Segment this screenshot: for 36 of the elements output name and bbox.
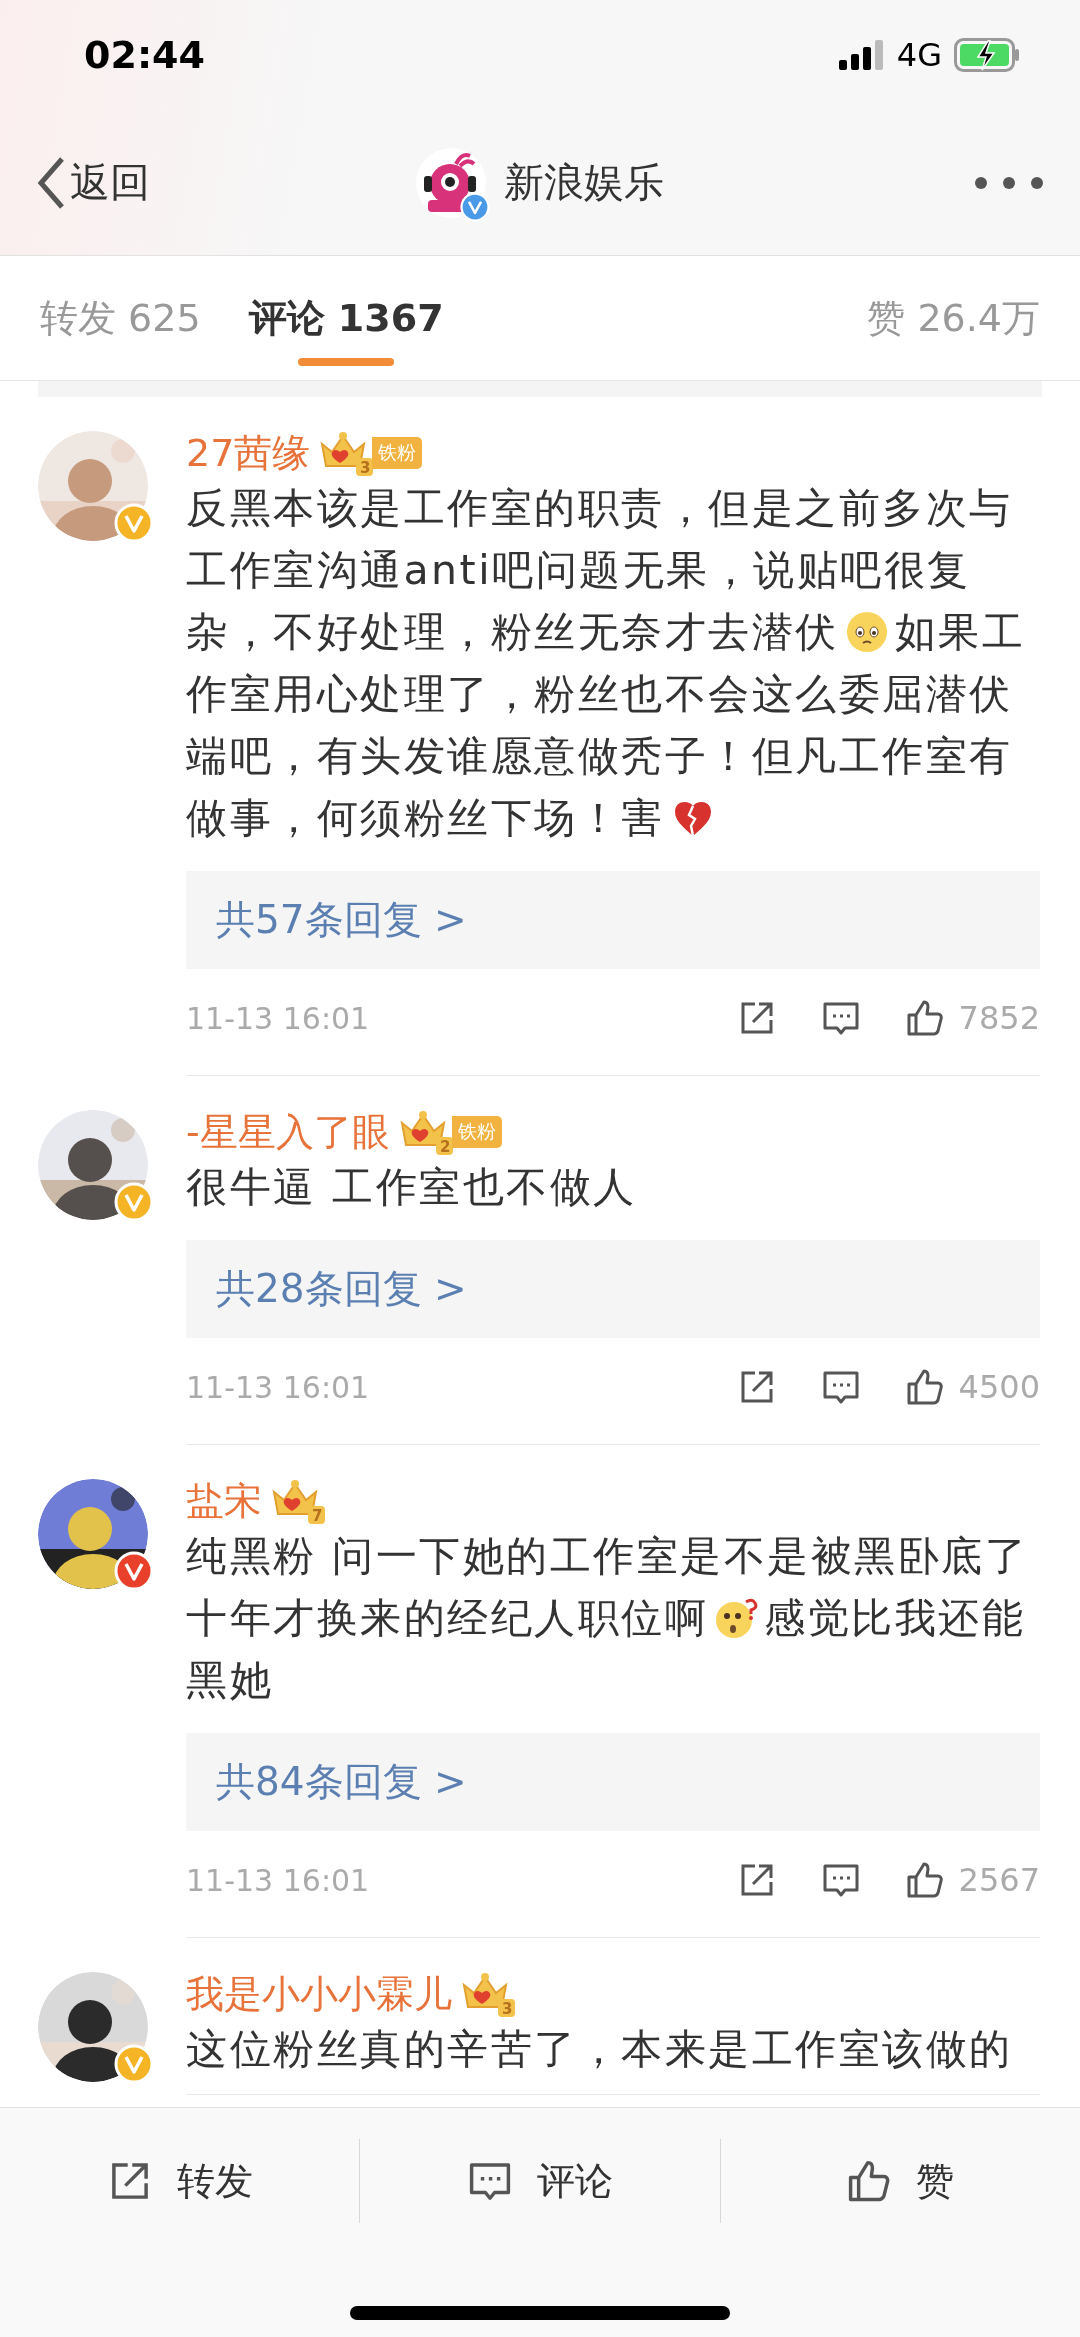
comment-time: 11-13 16:01	[186, 1369, 371, 1405]
network-label: 4G	[896, 36, 942, 74]
puzzled-face-icon	[714, 1596, 758, 1640]
comment-time: 11-13 16:01	[186, 1862, 371, 1898]
like-button[interactable]: 4500	[904, 1367, 1040, 1407]
status-time: 02:44	[84, 33, 206, 77]
comment-button[interactable]: 评论	[360, 2154, 720, 2208]
verified-badge-icon	[460, 191, 490, 222]
like-button[interactable]: 2567	[904, 1860, 1040, 1900]
signal-icon	[838, 40, 885, 70]
like-button[interactable]: 7852	[904, 998, 1040, 1038]
battery-icon	[954, 38, 1020, 72]
comment-text: 很牛逼 工作室也不做人	[186, 1162, 638, 1213]
sad-face-icon	[844, 610, 889, 654]
fan-level-tag: 铁粉	[451, 1116, 502, 1148]
fan-level-tag: 铁粉	[372, 437, 423, 469]
replies-link[interactable]: 共84条回复 >	[186, 1733, 1040, 1831]
tab[interactable]: 赞 26.4万	[867, 256, 1040, 380]
comment-text: 纯黑粉 问一下她的工作室是不是被黑卧底了十年才换来的经纪人职位啊 感觉比我还能黑她	[186, 1531, 1030, 1706]
more-icon[interactable]	[974, 175, 1044, 190]
tab[interactable]: 评论 1367	[248, 256, 444, 380]
username[interactable]: 27茜缘	[186, 427, 311, 479]
comment-text: 反黑本该是工作室的职责，但是之前多次与工作室沟通anti吧问题无果，说贴吧很复杂，不好处理，粉丝无奈才去潜伏 如果工作室用心处理了，粉丝也不会这么委屈潜伏端吧，有头发谁愿意做秃子！但凡工作室有做事，何须粉丝下场！害	[186, 483, 1026, 844]
username[interactable]: -星星入了眼	[186, 1106, 390, 1158]
username[interactable]: 盐宋	[186, 1475, 262, 1527]
replies-link[interactable]: 共28条回复 >	[186, 1240, 1040, 1338]
tab[interactable]: 转发 625	[40, 256, 201, 380]
username[interactable]: 我是小小小霖儿	[186, 1968, 452, 2020]
comment-time: 11-13 16:01	[186, 1000, 371, 1036]
comment-text: 这位粉丝真的辛苦了，本来是工作室该做的	[186, 2024, 1014, 2075]
page-title: 新浪娱乐	[504, 158, 664, 207]
like-button[interactable]: 赞	[720, 2154, 1080, 2208]
back-chevron-icon	[36, 155, 66, 210]
back-button[interactable]: 返回	[36, 155, 336, 210]
share-button[interactable]: 转发	[0, 2154, 360, 2208]
replies-link[interactable]: 共57条回复 >	[186, 871, 1040, 969]
